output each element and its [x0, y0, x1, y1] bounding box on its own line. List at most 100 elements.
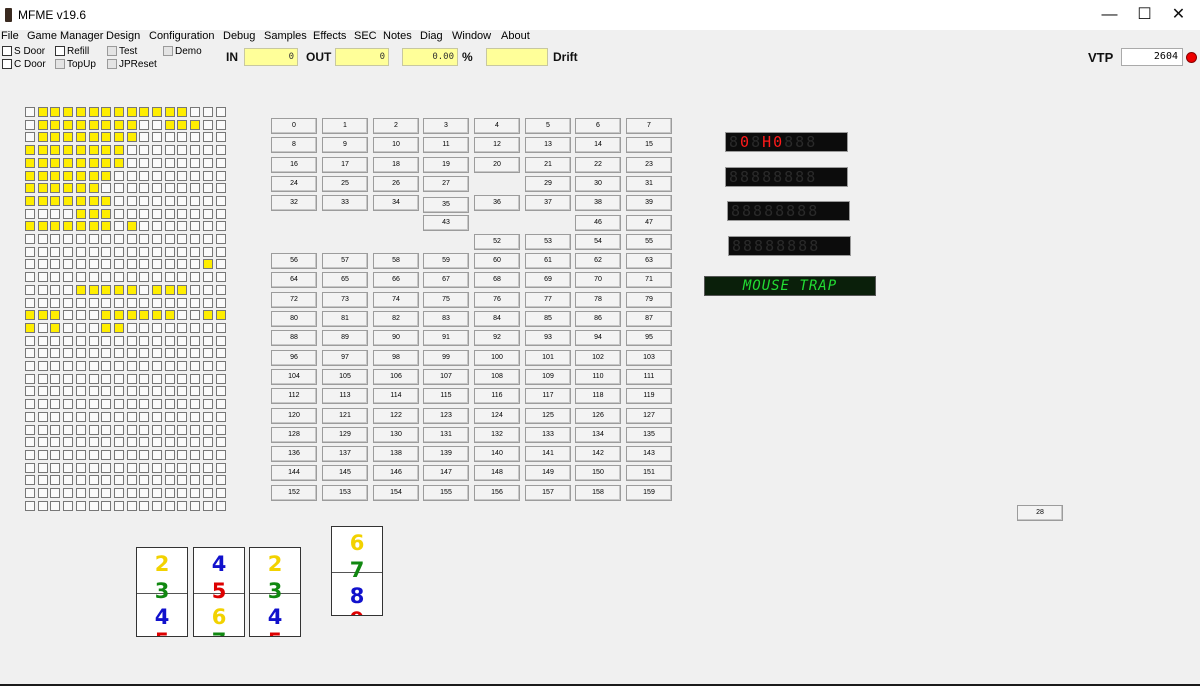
- lamp-cell[interactable]: [37, 157, 48, 168]
- lamp-cell[interactable]: [113, 361, 124, 371]
- lamp-cell[interactable]: [126, 170, 137, 181]
- lamp-cell[interactable]: [63, 170, 74, 181]
- lamp-cell[interactable]: [190, 500, 201, 511]
- lamp-cell[interactable]: [202, 107, 213, 117]
- lamp-cell[interactable]: [37, 449, 48, 460]
- lamp-cell[interactable]: [75, 259, 86, 270]
- lamp-button-117[interactable]: 117: [525, 388, 571, 405]
- lamp-cell[interactable]: [215, 310, 226, 321]
- lamp-cell[interactable]: [25, 475, 35, 486]
- lamp-cell[interactable]: [215, 475, 226, 486]
- lamp-cell[interactable]: [75, 234, 86, 244]
- lamp-cell[interactable]: [63, 284, 74, 295]
- lamp-cell[interactable]: [190, 361, 201, 371]
- lamp-cell[interactable]: [88, 399, 99, 410]
- lamp-button-53[interactable]: 53: [525, 233, 571, 250]
- lamp-cell[interactable]: [50, 195, 61, 206]
- lamp-cell[interactable]: [63, 500, 74, 511]
- s-door-checkbox[interactable]: S Door: [2, 46, 45, 57]
- lamp-button-39[interactable]: 39: [626, 195, 672, 212]
- lamp-button-20[interactable]: 20: [474, 156, 520, 173]
- lamp-button-59[interactable]: 59: [423, 253, 469, 270]
- lamp-cell[interactable]: [101, 284, 112, 295]
- lamp-cell[interactable]: [215, 500, 226, 511]
- lamp-cell[interactable]: [63, 234, 74, 244]
- lamp-cell[interactable]: [126, 386, 137, 397]
- lamp-button-105[interactable]: 105: [322, 368, 368, 385]
- lamp-cell[interactable]: [164, 437, 175, 448]
- lamp-button-52[interactable]: 52: [474, 233, 520, 250]
- lamp-cell[interactable]: [75, 284, 86, 295]
- lamp-cell[interactable]: [63, 373, 74, 384]
- lamp-cell[interactable]: [88, 373, 99, 384]
- lamp-cell[interactable]: [37, 475, 48, 486]
- lamp-cell[interactable]: [63, 195, 74, 206]
- lamp-cell[interactable]: [63, 488, 74, 498]
- lamp-button-78[interactable]: 78: [575, 291, 621, 308]
- lamp-cell[interactable]: [139, 462, 150, 473]
- lamp-cell[interactable]: [139, 107, 150, 117]
- lamp-cell[interactable]: [139, 272, 150, 283]
- lamp-cell[interactable]: [113, 475, 124, 486]
- lamp-button-65[interactable]: 65: [322, 272, 368, 289]
- lamp-cell[interactable]: [177, 399, 188, 410]
- menu-debug[interactable]: Debug: [223, 30, 255, 42]
- lamp-button-121[interactable]: 121: [322, 407, 368, 424]
- lamp-cell[interactable]: [164, 488, 175, 498]
- lamp-button-148[interactable]: 148: [474, 465, 520, 482]
- lamp-cell[interactable]: [50, 500, 61, 511]
- lamp-cell[interactable]: [177, 119, 188, 130]
- lamp-cell[interactable]: [101, 195, 112, 206]
- lamp-cell[interactable]: [215, 234, 226, 244]
- lamp-cell[interactable]: [126, 335, 137, 346]
- lamp-cell[interactable]: [113, 234, 124, 244]
- lamp-cell[interactable]: [63, 361, 74, 371]
- lamp-cell[interactable]: [50, 183, 61, 194]
- lamp-cell[interactable]: [113, 119, 124, 130]
- lamp-cell[interactable]: [152, 183, 162, 194]
- lamp-cell[interactable]: [75, 361, 86, 371]
- lamp-button-97[interactable]: 97: [322, 349, 368, 366]
- lamp-cell[interactable]: [139, 195, 150, 206]
- lamp-cell[interactable]: [88, 411, 99, 422]
- lamp-button-134[interactable]: 134: [575, 426, 621, 443]
- lamp-button-33[interactable]: 33: [322, 195, 368, 212]
- menu-window[interactable]: Window: [452, 30, 491, 42]
- lamp-cell[interactable]: [113, 335, 124, 346]
- lamp-cell[interactable]: [215, 399, 226, 410]
- lamp-cell[interactable]: [215, 297, 226, 308]
- lamp-cell[interactable]: [88, 310, 99, 321]
- lamp-cell[interactable]: [88, 348, 99, 359]
- lamp-button-118[interactable]: 118: [575, 388, 621, 405]
- lamp-cell[interactable]: [202, 335, 213, 346]
- lamp-cell[interactable]: [37, 322, 48, 333]
- lamp-cell[interactable]: [215, 107, 226, 117]
- lamp-cell[interactable]: [25, 107, 35, 117]
- lamp-cell[interactable]: [37, 145, 48, 156]
- lamp-button-116[interactable]: 116: [474, 388, 520, 405]
- lamp-cell[interactable]: [164, 208, 175, 219]
- lamp-cell[interactable]: [177, 170, 188, 181]
- lamp-cell[interactable]: [37, 284, 48, 295]
- menu-samples[interactable]: Samples: [264, 30, 307, 42]
- lamp-button-2[interactable]: 2: [373, 118, 419, 134]
- lamp-button-154[interactable]: 154: [373, 484, 419, 501]
- lamp-cell[interactable]: [88, 132, 99, 143]
- lamp-cell[interactable]: [215, 272, 226, 283]
- lamp-button-74[interactable]: 74: [373, 291, 419, 308]
- lamp-cell[interactable]: [152, 310, 162, 321]
- lamp-cell[interactable]: [113, 386, 124, 397]
- lamp-cell[interactable]: [25, 437, 35, 448]
- lamp-cell[interactable]: [101, 424, 112, 435]
- lamp-cell[interactable]: [139, 411, 150, 422]
- lamp-cell[interactable]: [37, 373, 48, 384]
- lamp-cell[interactable]: [101, 234, 112, 244]
- lamp-cell[interactable]: [215, 284, 226, 295]
- lamp-cell[interactable]: [50, 132, 61, 143]
- lamp-cell[interactable]: [152, 259, 162, 270]
- lamp-button-112[interactable]: 112: [271, 388, 317, 405]
- lamp-cell[interactable]: [139, 297, 150, 308]
- menu-file[interactable]: File: [1, 30, 19, 42]
- reel-1[interactable]: 1 2 345: [136, 547, 188, 637]
- lamp-cell[interactable]: [126, 373, 137, 384]
